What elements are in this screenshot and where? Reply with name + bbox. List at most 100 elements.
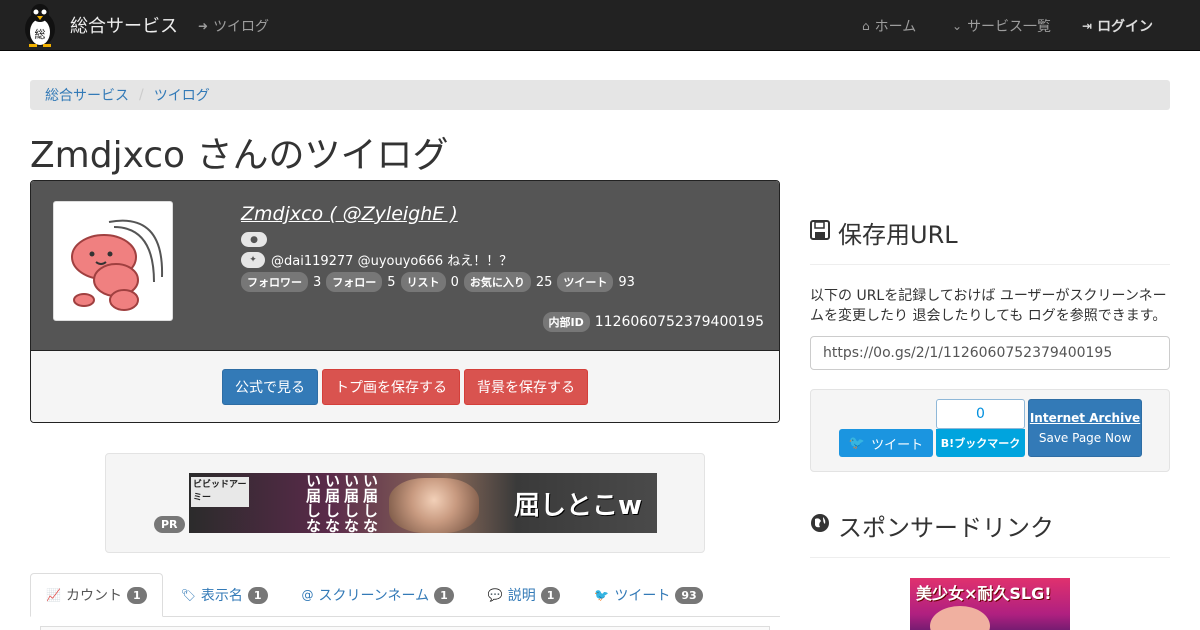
ad-box: PR ビビッドアーミー い届しない届しない届しない届しな 屈しとこw [105, 453, 705, 553]
sponsor-ad-text: 美少女×耐久SLG! [916, 584, 1052, 603]
stat-label-lists: リスト [400, 272, 446, 292]
internal-id: 内部ID 1126060752379400195 [542, 312, 764, 332]
ia-title: Internet Archive [1029, 411, 1141, 425]
twitter-icon: 🐦 [848, 435, 866, 451]
save-url-input[interactable] [810, 336, 1170, 370]
stat-value-tweets: 93 [618, 274, 635, 290]
profile-actions: 公式で見る トプ画を保存する 背景を保存する [31, 350, 779, 422]
tab-count-badge: 1 [540, 586, 561, 604]
save-avatar-button[interactable]: トプ画を保存する [322, 368, 460, 405]
pr-badge: PR [154, 516, 185, 533]
table-top-edge [40, 626, 770, 630]
comment-icon: ● [241, 232, 267, 247]
stat-value-lists: 0 [450, 274, 459, 290]
tweet-button[interactable]: 🐦 ツイート [839, 429, 933, 457]
chevron-down-icon: ⌄ [952, 19, 963, 33]
nav-home[interactable]: ⌂ ホーム [862, 16, 916, 36]
tab-screen-name[interactable]: @ スクリーンネーム 1 [286, 573, 470, 617]
sponsor-ad-character [930, 606, 990, 630]
tab-label: 説明 [507, 588, 536, 604]
at-icon: @ [301, 588, 314, 602]
ad-banner[interactable]: ビビッドアーミー い届しない届しない届しない届しな 屈しとこw [189, 473, 657, 533]
tab-description[interactable]: 💬 説明 1 [472, 573, 577, 617]
hatena-bookmark-count: 0 [936, 399, 1025, 429]
tag-icon: 🏷 [180, 588, 196, 602]
brand-link[interactable]: 総 総合サービス [20, 3, 178, 47]
tab-label: ツイート [614, 588, 671, 604]
twitter-icon: 🐦 [594, 588, 610, 602]
tab-count[interactable]: 📈 カウント 1 [30, 573, 163, 617]
profile-stats: フォロワー 3 フォロー 5 リスト 0 お気に入り 25 ツイート 93 [241, 272, 640, 292]
tab-tweets[interactable]: 🐦 ツイート 93 [578, 573, 718, 617]
nav-twilog[interactable]: ➜ ツイログ [198, 16, 269, 36]
svg-text:総: 総 [35, 27, 46, 41]
nav-services-label: サービス一覧 [967, 19, 1052, 35]
brand-text: 総合サービス [70, 16, 178, 37]
hatena-bookmark-button[interactable]: B!ブックマーク [936, 429, 1025, 457]
sponsor-ad-banner[interactable]: 美少女×耐久SLG! [910, 578, 1070, 630]
stat-value-following: 5 [387, 274, 396, 290]
divider [810, 264, 1170, 265]
globe-icon [810, 513, 830, 538]
ad-banner-vertical-text: い届しない届しない届しない届しな [304, 473, 379, 533]
save-url-description: 以下の URLを記録しておけば ユーザーがスクリーンネームを変更したり 退会した… [810, 288, 1167, 324]
tab-display-name[interactable]: 🏷 表示名 1 [165, 573, 284, 617]
stat-label-followers: フォロワー [241, 272, 308, 292]
tab-label: スクリーンネーム [318, 588, 430, 604]
tweet-button-label: ツイート [871, 437, 924, 453]
comment-icon: 💬 [487, 588, 503, 602]
floppy-disk-icon [810, 220, 830, 245]
sponsor-title: スポンサードリンク [838, 514, 1054, 542]
avatar[interactable] [53, 201, 173, 321]
nav-login-label: ログイン [1097, 19, 1154, 35]
stat-label-favorites: お気に入り [463, 272, 531, 292]
tab-count-badge: 1 [126, 586, 147, 604]
divider [810, 557, 1170, 558]
chevron-circle-right-icon: ➜ [198, 19, 209, 33]
sign-in-icon: ⇥ [1082, 19, 1093, 33]
save-background-button[interactable]: 背景を保存する [464, 368, 588, 405]
ad-banner-character [389, 478, 479, 533]
home-icon: ⌂ [862, 19, 870, 33]
breadcrumb: 総合サービス / ツイログ [30, 80, 1170, 110]
internal-id-value: 1126060752379400195 [594, 314, 764, 330]
profile-panel: Zmdjxco ( @ZyleighE ) ● ✦ @dai119277 @uy… [30, 180, 780, 423]
share-panel: 🐦 ツイート 0 B!ブックマーク Internet Archive Save … [810, 389, 1170, 472]
tab-label: カウント [65, 588, 122, 604]
ad-banner-headline: 屈しとこw [514, 491, 643, 521]
breadcrumb-item-home[interactable]: 総合サービス [45, 85, 129, 105]
view-official-button[interactable]: 公式で見る [222, 368, 318, 405]
stat-value-favorites: 25 [535, 274, 553, 290]
stat-value-followers: 3 [313, 274, 322, 290]
tab-count-badge: 1 [434, 586, 454, 604]
twitter-icon: ✦ [241, 251, 265, 268]
nav-home-label: ホーム [874, 19, 917, 35]
stat-label-following: フォロー [326, 272, 383, 292]
tab-label: 表示名 [200, 588, 243, 604]
profile-name-link[interactable]: Zmdjxco ( @ZyleighE ) [241, 203, 458, 225]
nav-login[interactable]: ⇥ ログイン [1082, 16, 1153, 36]
navbar: 総 総合サービス ➜ ツイログ ⌂ ホーム ⌄ サービス一覧 ⇥ ログイン [0, 0, 1200, 51]
line-chart-icon: 📈 [46, 588, 61, 602]
save-url-title: 保存用URL [838, 221, 958, 249]
internal-id-label: 内部ID [542, 312, 590, 332]
breadcrumb-item-twilog[interactable]: ツイログ [154, 85, 210, 105]
breadcrumb-separator: / [139, 87, 144, 103]
tab-bar: 📈 カウント 1 🏷 表示名 1 @ スクリーンネーム 1 💬 説明 1 🐦 ツ… [30, 573, 780, 617]
ia-subtitle: Save Page Now [1038, 431, 1132, 445]
save-url-heading: 保存用URL [810, 215, 958, 250]
page-title: Zmdjxco さんのツイログ [30, 135, 449, 176]
nav-services[interactable]: ⌄ サービス一覧 [952, 16, 1051, 36]
profile-header: Zmdjxco ( @ZyleighE ) ● ✦ @dai119277 @uy… [31, 181, 779, 350]
bio-text: @dai119277 @uyouyo666 ねえ！！？ [271, 254, 513, 269]
sponsor-heading: スポンサードリンク [810, 508, 1054, 543]
tab-count-badge: 1 [247, 586, 268, 604]
shrimp-avatar-image [71, 219, 164, 311]
tab-count-badge: 93 [675, 586, 703, 604]
penguin-logo-icon: 総 [20, 3, 60, 47]
ad-banner-brand: ビビッドアーミー [191, 477, 249, 507]
internet-archive-button[interactable]: Internet Archive Save Page Now [1028, 399, 1142, 457]
profile-bio: ✦ @dai119277 @uyouyo666 ねえ！！？ [241, 250, 512, 269]
stat-label-tweets: ツイート [557, 272, 614, 292]
nav-twilog-label: ツイログ [213, 19, 270, 35]
